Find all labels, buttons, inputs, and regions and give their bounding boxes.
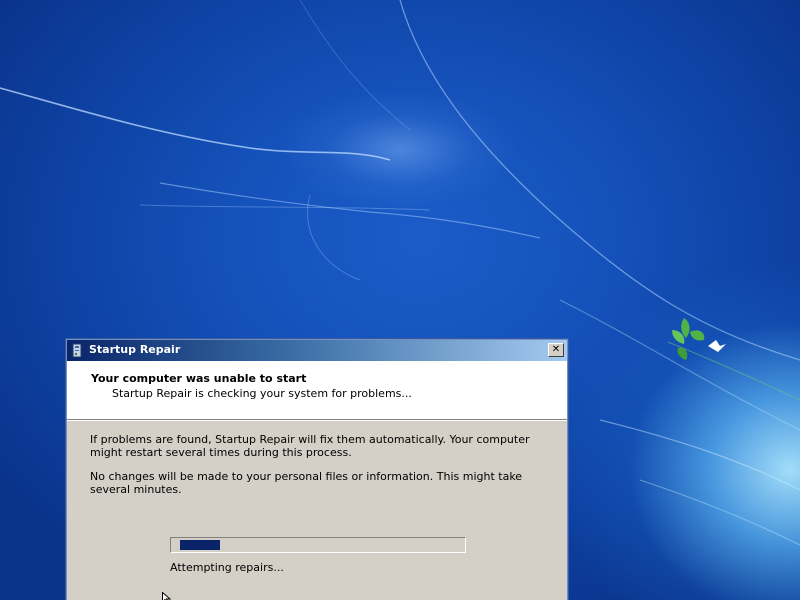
window-title: Startup Repair — [89, 343, 181, 356]
leaf-logo — [672, 318, 705, 360]
header-subtitle: Startup Repair is checking your system f… — [112, 387, 412, 400]
progress-bar — [170, 537, 466, 553]
close-icon: ✕ — [551, 344, 561, 355]
info-paragraph-problems: If problems are found, Startup Repair wi… — [90, 433, 530, 459]
header-panel: Your computer was unable to start Startu… — [67, 361, 567, 420]
title-bar[interactable]: Startup Repair ✕ — [67, 340, 567, 361]
mouse-pointer-icon — [162, 592, 172, 600]
progress-marquee-chunk — [180, 540, 220, 550]
header-title: Your computer was unable to start — [91, 372, 307, 385]
bird-shape — [708, 340, 726, 352]
status-text: Attempting repairs... — [170, 561, 284, 574]
startup-repair-icon — [72, 343, 82, 358]
close-button[interactable]: ✕ — [548, 343, 564, 357]
header-divider — [67, 420, 567, 421]
startup-repair-dialog: Startup Repair ✕ Your computer was unabl… — [66, 339, 568, 600]
info-paragraph-files: No changes will be made to your personal… — [90, 470, 523, 496]
